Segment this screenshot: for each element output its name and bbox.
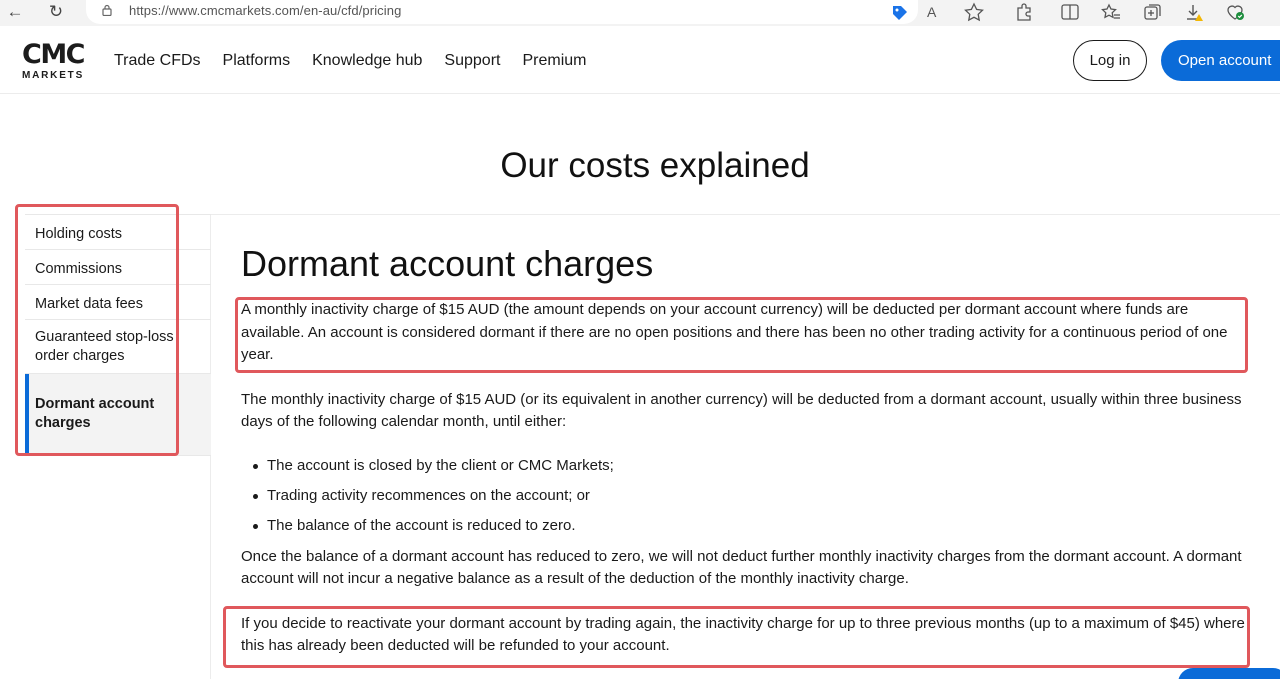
tag-icon[interactable] (889, 2, 911, 22)
main-content: Dormant account charges A monthly inacti… (241, 243, 1251, 658)
logo-wordmark: CMC (22, 39, 86, 70)
main-nav: Trade CFDs Platforms Knowledge hub Suppo… (114, 52, 608, 70)
page-title: Our costs explained (500, 146, 810, 185)
collections-icon[interactable] (1141, 2, 1163, 22)
browser-toolbar: ← ↻ https://www.cmcmarkets.com/en-au/cfd… (0, 0, 1280, 26)
nav-trade-cfds[interactable]: Trade CFDs (114, 52, 201, 70)
url-text[interactable]: https://www.cmcmarkets.com/en-au/cfd/pri… (129, 3, 401, 18)
read-aloud-icon[interactable]: A (927, 2, 949, 22)
open-account-button[interactable]: Open account (1161, 40, 1280, 81)
lock-icon (102, 4, 112, 16)
downloads-icon[interactable] (1183, 2, 1205, 22)
list-item: The balance of the account is reduced to… (241, 516, 1251, 536)
split-screen-icon[interactable] (1059, 2, 1081, 22)
sidebar-item-holding-costs[interactable]: Holding costs (25, 215, 211, 250)
conditions-list: The account is closed by the client or C… (241, 456, 1251, 536)
zero-balance-paragraph: Once the balance of a dormant account ha… (241, 547, 1242, 588)
list-item: Trading activity recommences on the acco… (241, 486, 1251, 506)
extensions-icon[interactable] (1013, 2, 1035, 22)
pricing-sidebar: Holding costs Commissions Market data fe… (25, 214, 211, 456)
deduction-paragraph: The monthly inactivity charge of $15 AUD… (241, 390, 1242, 431)
sidebar-item-market-data-fees[interactable]: Market data fees (25, 285, 211, 320)
logo-subtitle: MARKETS (22, 70, 85, 81)
favorites-icon[interactable] (1100, 2, 1122, 22)
sidebar-item-dormant-account-charges[interactable]: Dormant account charges (25, 374, 211, 456)
browser-essentials-icon[interactable] (1224, 2, 1246, 22)
nav-premium[interactable]: Premium (522, 52, 586, 70)
content-top-divider (210, 214, 1280, 215)
site-header: CMC MARKETS Trade CFDs Platforms Knowled… (0, 26, 1280, 94)
nav-platforms[interactable]: Platforms (223, 52, 291, 70)
address-bar[interactable]: https://www.cmcmarkets.com/en-au/cfd/pri… (86, 0, 918, 24)
nav-knowledge-hub[interactable]: Knowledge hub (312, 52, 422, 70)
back-icon[interactable]: ← (4, 2, 26, 22)
list-item: The account is closed by the client or C… (241, 456, 1251, 476)
refund-paragraph: If you decide to reactivate your dormant… (241, 614, 1245, 655)
login-button[interactable]: Log in (1073, 40, 1147, 81)
refresh-icon[interactable]: ↻ (45, 2, 67, 22)
favorite-star-icon[interactable] (963, 2, 985, 22)
cmc-markets-logo[interactable]: CMC MARKETS (22, 39, 88, 81)
nav-support[interactable]: Support (444, 52, 500, 70)
sidebar-item-commissions[interactable]: Commissions (25, 250, 211, 285)
section-heading: Dormant account charges (241, 243, 654, 284)
sidebar-item-guaranteed-stop-loss[interactable]: Guaranteed stop-loss order charges (25, 320, 211, 374)
inactivity-charge-paragraph: A monthly inactivity charge of $15 AUD (… (241, 301, 1228, 363)
chat-widget-button[interactable] (1178, 668, 1280, 679)
